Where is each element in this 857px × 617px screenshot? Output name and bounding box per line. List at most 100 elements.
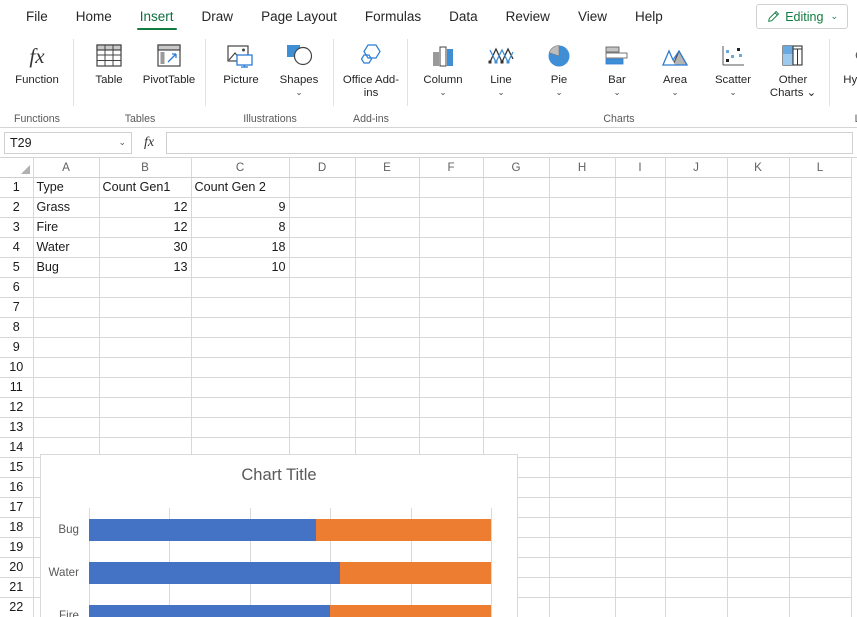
row-header-3[interactable]: 3: [0, 217, 33, 237]
cell-K13[interactable]: [727, 417, 789, 437]
cell-H8[interactable]: [549, 317, 615, 337]
cell-H15[interactable]: [549, 457, 615, 477]
scatter-chart-button[interactable]: Scatter ⌄: [704, 37, 762, 97]
cell-J1[interactable]: [665, 177, 727, 197]
cell-F11[interactable]: [419, 377, 483, 397]
cell-L3[interactable]: [789, 217, 851, 237]
cell-J8[interactable]: [665, 317, 727, 337]
cell-B1[interactable]: Count Gen1: [99, 177, 191, 197]
cell-I16[interactable]: [615, 477, 665, 497]
cell-A4[interactable]: Water: [33, 237, 99, 257]
row-header-2[interactable]: 2: [0, 197, 33, 217]
cell-G5[interactable]: [483, 257, 549, 277]
cell-L7[interactable]: [789, 297, 851, 317]
cell-H16[interactable]: [549, 477, 615, 497]
row-header-17[interactable]: 17: [0, 497, 33, 517]
row-header-12[interactable]: 12: [0, 397, 33, 417]
cell-L18[interactable]: [789, 517, 851, 537]
cell-B4[interactable]: 30: [99, 237, 191, 257]
cell-K8[interactable]: [727, 317, 789, 337]
row-header-21[interactable]: 21: [0, 577, 33, 597]
cell-G13[interactable]: [483, 417, 549, 437]
cell-I10[interactable]: [615, 357, 665, 377]
cell-H22[interactable]: [549, 597, 615, 617]
cell-L22[interactable]: [789, 597, 851, 617]
chart-bar-bug[interactable]: [89, 519, 491, 541]
cell-C5[interactable]: 10: [191, 257, 289, 277]
tab-file[interactable]: File: [12, 0, 62, 33]
row-header-16[interactable]: 16: [0, 477, 33, 497]
office-addins-button[interactable]: Office Add-ins: [340, 37, 402, 99]
cell-E4[interactable]: [355, 237, 419, 257]
cell-C8[interactable]: [191, 317, 289, 337]
cell-L6[interactable]: [789, 277, 851, 297]
cell-H12[interactable]: [549, 397, 615, 417]
cell-C10[interactable]: [191, 357, 289, 377]
cell-E9[interactable]: [355, 337, 419, 357]
cell-B11[interactable]: [99, 377, 191, 397]
cell-A7[interactable]: [33, 297, 99, 317]
row-header-22[interactable]: 22: [0, 597, 33, 617]
cell-D12[interactable]: [289, 397, 355, 417]
cell-B6[interactable]: [99, 277, 191, 297]
row-header-1[interactable]: 1: [0, 177, 33, 197]
cell-K14[interactable]: [727, 437, 789, 457]
row-header-4[interactable]: 4: [0, 237, 33, 257]
area-chart-button[interactable]: Area ⌄: [646, 37, 704, 97]
cell-G10[interactable]: [483, 357, 549, 377]
cell-L17[interactable]: [789, 497, 851, 517]
chevron-down-icon[interactable]: ⌄: [807, 87, 817, 99]
pie-chart-button[interactable]: Pie ⌄: [530, 37, 588, 97]
cell-C3[interactable]: 8: [191, 217, 289, 237]
column-header-f[interactable]: F: [419, 158, 483, 177]
cell-E8[interactable]: [355, 317, 419, 337]
row-header-6[interactable]: 6: [0, 277, 33, 297]
editing-mode-button[interactable]: Editing ⌄: [756, 4, 848, 29]
cell-K10[interactable]: [727, 357, 789, 377]
cell-L14[interactable]: [789, 437, 851, 457]
cell-C7[interactable]: [191, 297, 289, 317]
cell-G3[interactable]: [483, 217, 549, 237]
cell-H19[interactable]: [549, 537, 615, 557]
cell-L4[interactable]: [789, 237, 851, 257]
cell-K12[interactable]: [727, 397, 789, 417]
chart-plot-area[interactable]: [89, 508, 491, 617]
cell-D2[interactable]: [289, 197, 355, 217]
column-header-e[interactable]: E: [355, 158, 419, 177]
chart-bar-water[interactable]: [89, 562, 491, 584]
column-chart-button[interactable]: Column ⌄: [414, 37, 472, 97]
cell-E10[interactable]: [355, 357, 419, 377]
cell-J21[interactable]: [665, 577, 727, 597]
cell-H6[interactable]: [549, 277, 615, 297]
cell-I7[interactable]: [615, 297, 665, 317]
cell-H4[interactable]: [549, 237, 615, 257]
tab-draw[interactable]: Draw: [188, 0, 248, 33]
cell-F2[interactable]: [419, 197, 483, 217]
cell-D6[interactable]: [289, 277, 355, 297]
cell-J4[interactable]: [665, 237, 727, 257]
cell-H21[interactable]: [549, 577, 615, 597]
cell-L9[interactable]: [789, 337, 851, 357]
row-header-10[interactable]: 10: [0, 357, 33, 377]
cell-B13[interactable]: [99, 417, 191, 437]
cell-J11[interactable]: [665, 377, 727, 397]
cell-J2[interactable]: [665, 197, 727, 217]
cell-K6[interactable]: [727, 277, 789, 297]
function-button[interactable]: fx Function: [6, 37, 68, 87]
cell-C11[interactable]: [191, 377, 289, 397]
column-header-g[interactable]: G: [483, 158, 549, 177]
cell-A5[interactable]: Bug: [33, 257, 99, 277]
shapes-button[interactable]: Shapes ⌄: [270, 37, 328, 97]
cell-C6[interactable]: [191, 277, 289, 297]
column-header-d[interactable]: D: [289, 158, 355, 177]
cell-D5[interactable]: [289, 257, 355, 277]
cell-I14[interactable]: [615, 437, 665, 457]
cell-K18[interactable]: [727, 517, 789, 537]
cell-B8[interactable]: [99, 317, 191, 337]
cell-K11[interactable]: [727, 377, 789, 397]
column-header-k[interactable]: K: [727, 158, 789, 177]
cell-G8[interactable]: [483, 317, 549, 337]
row-header-15[interactable]: 15: [0, 457, 33, 477]
other-charts-button[interactable]: Other Charts ⌄: [762, 37, 824, 99]
row-header-19[interactable]: 19: [0, 537, 33, 557]
